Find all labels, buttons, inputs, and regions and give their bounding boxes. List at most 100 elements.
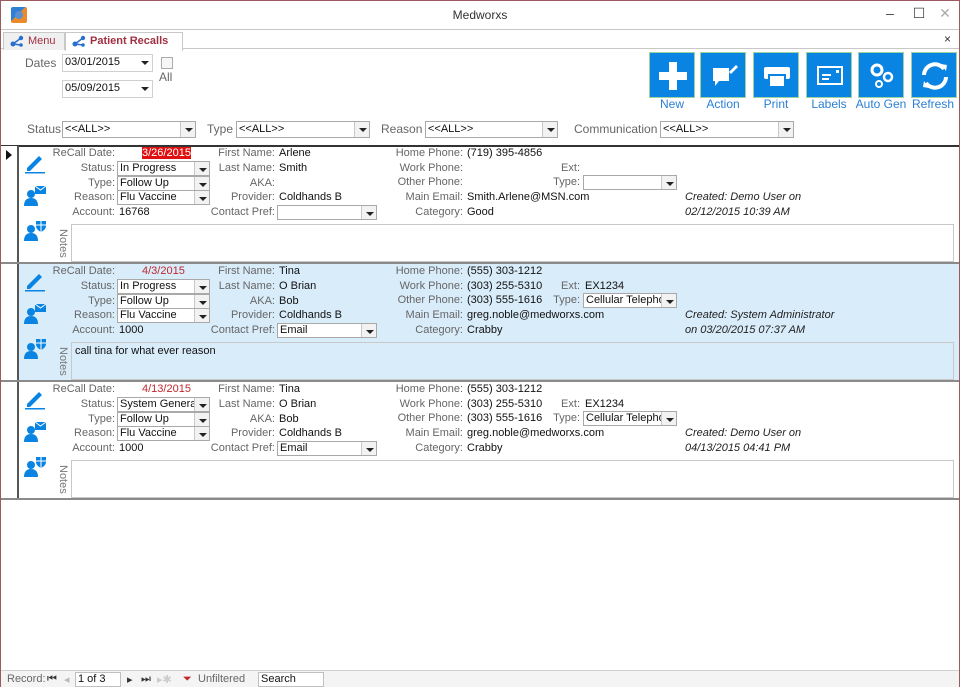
type-label: Type:: [88, 413, 115, 425]
recall-date-value[interactable]: 4/3/2015: [142, 265, 185, 277]
record-selector[interactable]: [1, 146, 19, 262]
action-button[interactable]: [700, 52, 746, 98]
type-select[interactable]: Follow Up: [117, 412, 210, 427]
chevron-down-icon[interactable]: [137, 55, 152, 70]
last-name-label: Last Name:: [218, 280, 275, 292]
printer-icon: [764, 67, 790, 88]
recall-record[interactable]: ReCall Date: 4/13/2015 Status: System Ge…: [1, 382, 959, 500]
contact-pref-select[interactable]: [277, 205, 377, 220]
next-record-button[interactable]: ▸: [127, 673, 133, 686]
tab-label: Menu: [28, 35, 56, 47]
recall-record[interactable]: ReCall Date: 4/3/2015 Status: In Progres…: [1, 264, 959, 382]
last-name-value: O Brian: [279, 280, 317, 292]
reason-select[interactable]: Flu Vaccine: [117, 190, 210, 205]
chevron-down-icon[interactable]: [137, 81, 152, 96]
status-value: In Progress: [120, 280, 177, 292]
search-input[interactable]: Search: [258, 672, 324, 687]
account-label: Account:: [72, 206, 115, 218]
type-filter-select[interactable]: <<ALL>>: [236, 121, 370, 138]
reason-select[interactable]: Flu Vaccine: [117, 426, 210, 441]
category-label: Category:: [415, 324, 463, 336]
notes-field[interactable]: call tina for what ever reason: [71, 342, 954, 380]
notes-label: Notes: [57, 229, 69, 258]
chevron-down-icon[interactable]: [361, 324, 376, 337]
chevron-down-icon[interactable]: [180, 122, 195, 137]
contact-pref-select[interactable]: Email: [277, 323, 377, 338]
created-line-2: 04/13/2015 04:41 PM: [685, 442, 791, 454]
contact-pref-select[interactable]: Email: [277, 441, 377, 456]
type-value: Follow Up: [120, 295, 169, 307]
phone-type-select[interactable]: Cellular Telephone: [583, 293, 677, 308]
record-selector[interactable]: [1, 264, 19, 380]
new-record-button[interactable]: ▸✱: [157, 673, 172, 686]
chevron-down-icon[interactable]: [354, 122, 369, 137]
chevron-down-icon[interactable]: [661, 176, 676, 189]
recall-date-value[interactable]: 4/13/2015: [142, 383, 191, 395]
last-record-button[interactable]: ⏭: [141, 673, 151, 686]
last-name-value: Smith: [279, 162, 308, 174]
reason-select[interactable]: Flu Vaccine: [117, 308, 210, 323]
close-tab-button[interactable]: ×: [944, 32, 951, 46]
filter-status-button[interactable]: Unfiltered: [198, 673, 245, 685]
chevron-down-icon[interactable]: [361, 206, 376, 219]
home-phone-label: Home Phone:: [395, 265, 463, 277]
chevron-down-icon[interactable]: [661, 412, 676, 425]
refresh-button[interactable]: [911, 52, 957, 98]
provider-label: Provider:: [230, 191, 275, 203]
record-position-field[interactable]: 1 of 3: [75, 672, 121, 687]
phone-type-select[interactable]: [583, 175, 677, 190]
notes-field[interactable]: [71, 460, 954, 498]
tab-menu[interactable]: Menu: [3, 32, 65, 50]
created-info: Created: System Administrator on 03/20/2…: [685, 308, 834, 338]
print-button[interactable]: [753, 52, 799, 98]
category-value: Good: [467, 206, 494, 218]
close-window-button[interactable]: ✕: [935, 5, 955, 22]
contact-pref-label: Contact Pref:: [210, 442, 275, 454]
tab-patient-recalls[interactable]: Patient Recalls: [65, 32, 184, 51]
date-to-field[interactable]: 05/09/2015: [62, 80, 153, 98]
recall-record[interactable]: ReCall Date: 3/26/2015 Status: In Progre…: [1, 146, 959, 264]
status-select[interactable]: System Generated: [117, 397, 210, 412]
ext-label: Ext:: [561, 280, 580, 292]
chevron-down-icon[interactable]: [778, 122, 793, 137]
ext-label: Ext:: [561, 162, 580, 174]
reason-filter-select[interactable]: <<ALL>>: [425, 121, 558, 138]
new-button[interactable]: [649, 52, 695, 98]
auto-gen-label: Auto Gen: [855, 97, 907, 111]
auto-gen-button[interactable]: [858, 52, 904, 98]
chevron-down-icon[interactable]: [542, 122, 557, 137]
communication-filter-select[interactable]: <<ALL>>: [660, 121, 794, 138]
all-dates-checkbox[interactable]: [161, 57, 173, 69]
maximize-button[interactable]: ☐: [909, 5, 929, 22]
type-select[interactable]: Follow Up: [117, 294, 210, 309]
date-from-field[interactable]: 03/01/2015: [62, 54, 153, 72]
status-filter-select[interactable]: <<ALL>>: [62, 121, 196, 138]
type-value: Follow Up: [120, 413, 169, 425]
minimize-button[interactable]: –: [880, 5, 900, 21]
all-label: All: [159, 70, 173, 84]
phone-type-select[interactable]: Cellular Telephone: [583, 411, 677, 426]
status-label: Status:: [80, 398, 115, 410]
chevron-down-icon[interactable]: [361, 442, 376, 455]
notes-label: Notes: [57, 347, 69, 376]
aka-label: AKA:: [249, 413, 275, 425]
record-label: Record:: [7, 673, 46, 685]
labels-button[interactable]: [806, 52, 852, 98]
status-select[interactable]: In Progress: [117, 161, 210, 176]
status-select[interactable]: In Progress: [117, 279, 210, 294]
type-label: Type:: [88, 177, 115, 189]
provider-value: Coldhands B: [279, 427, 342, 439]
date-to-value: 05/09/2015: [65, 82, 121, 94]
recall-date-value[interactable]: 3/26/2015: [142, 147, 191, 159]
previous-record-button[interactable]: ◂: [64, 673, 70, 686]
type-select[interactable]: Follow Up: [117, 176, 210, 191]
print-label: Print: [763, 97, 789, 111]
notes-field[interactable]: [71, 224, 954, 262]
chevron-down-icon[interactable]: [661, 294, 676, 307]
patient-shield-icon[interactable]: [23, 336, 47, 360]
patient-shield-icon[interactable]: [23, 454, 47, 478]
first-record-button[interactable]: ⏮: [47, 673, 57, 686]
account-value: 1000: [119, 324, 144, 336]
patient-shield-icon[interactable]: [23, 218, 47, 242]
record-selector[interactable]: [1, 382, 19, 498]
